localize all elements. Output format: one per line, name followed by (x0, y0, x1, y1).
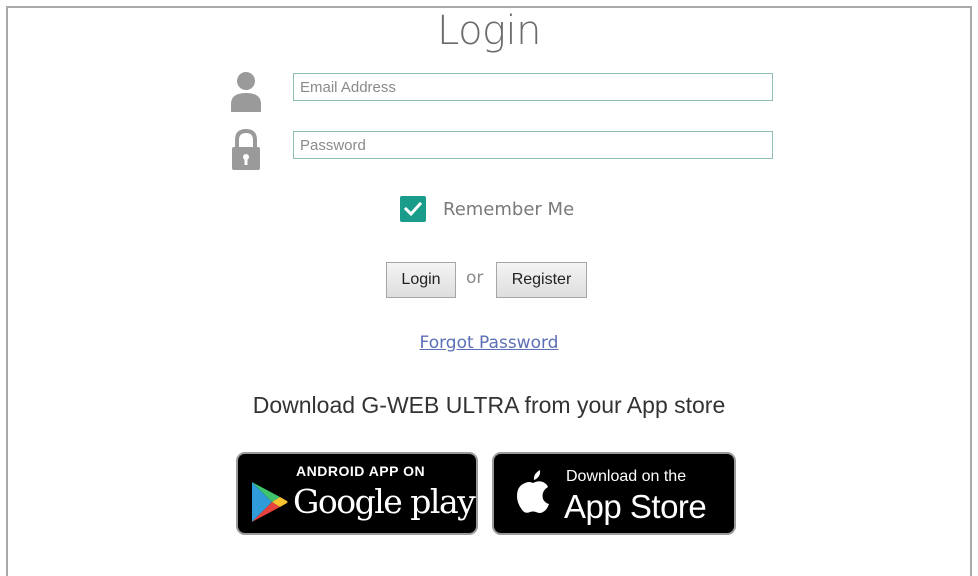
google-badge-big-text: Google play (293, 482, 476, 521)
google-play-icon (252, 482, 288, 522)
login-button[interactable]: Login (386, 262, 456, 298)
google-play-badge[interactable]: ANDROID APP ON Google play (236, 452, 478, 535)
apple-badge-big-text: App Store (564, 488, 707, 525)
remember-me-toggle[interactable]: Remember Me (400, 195, 574, 223)
remember-me-checkbox[interactable] (400, 196, 426, 222)
forgot-password-row: Forgot Password (0, 333, 978, 353)
check-icon (403, 201, 423, 217)
download-heading: Download G-WEB ULTRA from your App store (252, 392, 726, 418)
page-title: Login (436, 8, 542, 54)
email-field[interactable] (293, 73, 773, 101)
user-icon (229, 70, 263, 114)
password-field[interactable] (293, 131, 773, 159)
forgot-password-link[interactable]: Forgot Password (420, 333, 559, 353)
google-badge-small-text: ANDROID APP ON (296, 463, 426, 479)
apple-badge-small-text: Download on the (566, 468, 687, 485)
app-store-badge[interactable]: Download on the App Store (492, 452, 736, 535)
apple-icon (517, 470, 549, 513)
remember-me-label: Remember Me (443, 198, 575, 220)
register-button[interactable]: Register (496, 262, 587, 298)
lock-icon (229, 128, 263, 172)
or-separator: or (466, 268, 484, 288)
